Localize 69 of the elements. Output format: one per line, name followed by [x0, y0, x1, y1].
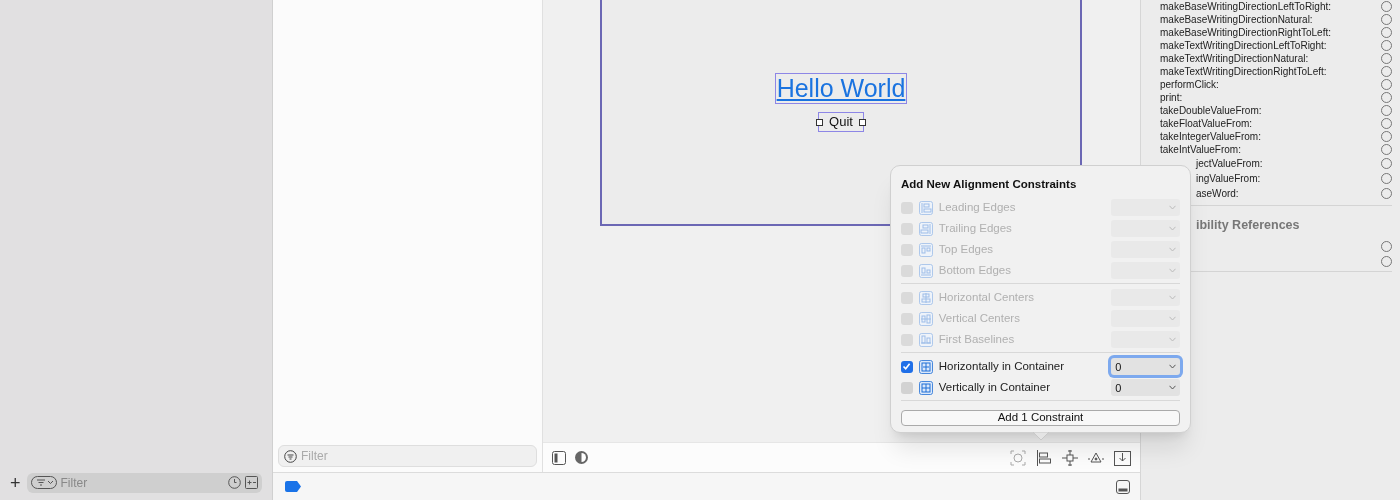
- constraint-label: Horizontally in Container: [938, 359, 1066, 375]
- action-name: performClick:: [1160, 78, 1219, 92]
- tag-icon[interactable]: [285, 481, 301, 492]
- chevron-down-icon: [1169, 364, 1176, 370]
- constraint-label: Vertical Centers: [938, 311, 1021, 327]
- constraint-label: First Baselines: [938, 332, 1016, 348]
- alignment-icon: [918, 332, 933, 347]
- alignment-icon: [918, 200, 933, 215]
- popover-title: Add New Alignment Constraints: [901, 177, 1078, 192]
- action-name: makeTextWritingDirectionLeftToRight:: [1160, 39, 1327, 53]
- action-name: makeBaseWritingDirectionRightToLeft:: [1160, 26, 1331, 40]
- filter-field[interactable]: Filter: [278, 445, 537, 467]
- action-name: takeDoubleValueFrom:: [1160, 104, 1262, 118]
- filter-input[interactable]: Filter: [301, 447, 531, 465]
- clock-icon[interactable]: [228, 476, 241, 489]
- chevron-down-icon: [1169, 268, 1176, 274]
- alignment-icon: [918, 290, 933, 305]
- filter-icon: [284, 449, 297, 463]
- filter-options-icon[interactable]: [30, 476, 57, 489]
- constraint-label: Horizontal Centers: [938, 290, 1035, 306]
- action-name: makeBaseWritingDirectionLeftToRight:: [1160, 0, 1331, 14]
- checkbox[interactable]: [901, 360, 913, 373]
- alignment-icon: [918, 380, 933, 395]
- filter-field[interactable]: Filter: [26, 472, 262, 493]
- align-icon[interactable]: [1036, 449, 1052, 466]
- chevron-down-icon: [1169, 337, 1176, 343]
- alignment-icon: [918, 242, 933, 257]
- constraint-label: Vertically in Container: [938, 380, 1051, 396]
- constraint-label: Leading Edges: [938, 200, 1017, 216]
- alignment-icon: [918, 311, 933, 326]
- action-name: jectValueFrom:: [1196, 157, 1263, 171]
- chevron-down-icon: [1169, 316, 1176, 322]
- action-name: print:: [1160, 91, 1183, 105]
- action-name: makeBaseWritingDirectionNatural:: [1160, 13, 1313, 27]
- alignment-icon: [918, 263, 933, 278]
- embed-icon[interactable]: [1114, 449, 1131, 466]
- resize-handle[interactable]: [858, 119, 866, 126]
- add-constraints-icon[interactable]: [1062, 449, 1078, 466]
- plus-minus-icon[interactable]: [245, 476, 258, 489]
- action-name: takeFloatValueFrom:: [1160, 117, 1253, 131]
- constant-dropdown[interactable]: 0: [1111, 358, 1180, 376]
- section-title: ibility References: [1196, 218, 1300, 232]
- constraint-label: Top Edges: [938, 242, 995, 258]
- chevron-down-icon: [1169, 205, 1176, 211]
- update-frames-icon[interactable]: [1010, 449, 1026, 466]
- alignment-icon: [918, 221, 933, 236]
- action-name: takeIntValueFrom:: [1160, 143, 1241, 157]
- action-name: aseWord:: [1196, 187, 1239, 201]
- add-constraint-button[interactable]: Add 1 Constraint: [901, 410, 1180, 426]
- action-name: makeTextWritingDirectionRightToLeft:: [1160, 65, 1327, 79]
- chevron-down-icon: [1169, 247, 1176, 253]
- action-name: makeTextWritingDirectionNatural:: [1160, 52, 1309, 66]
- constraint-label: Bottom Edges: [938, 263, 1012, 279]
- action-name: ingValueFrom:: [1196, 172, 1261, 186]
- quit-button[interactable]: Quit: [818, 112, 864, 132]
- appearance-icon[interactable]: [574, 450, 589, 465]
- filter-input[interactable]: Filter: [60, 473, 224, 492]
- checkbox[interactable]: [901, 381, 913, 394]
- resize-handle[interactable]: [816, 119, 824, 126]
- constraint-label: Trailing Edges: [938, 221, 1013, 237]
- sidebar-icon[interactable]: [552, 450, 566, 465]
- constant-dropdown[interactable]: 0: [1111, 379, 1180, 397]
- chevron-down-icon: [1169, 385, 1176, 391]
- add-button[interactable]: +: [10, 473, 21, 492]
- chevron-down-icon: [1169, 226, 1176, 232]
- action-name: takeIntegerValueFrom:: [1160, 130, 1261, 144]
- alignment-icon: [918, 359, 933, 374]
- chevron-down-icon: [1169, 295, 1176, 301]
- panel-toggle-icon[interactable]: [1116, 479, 1130, 494]
